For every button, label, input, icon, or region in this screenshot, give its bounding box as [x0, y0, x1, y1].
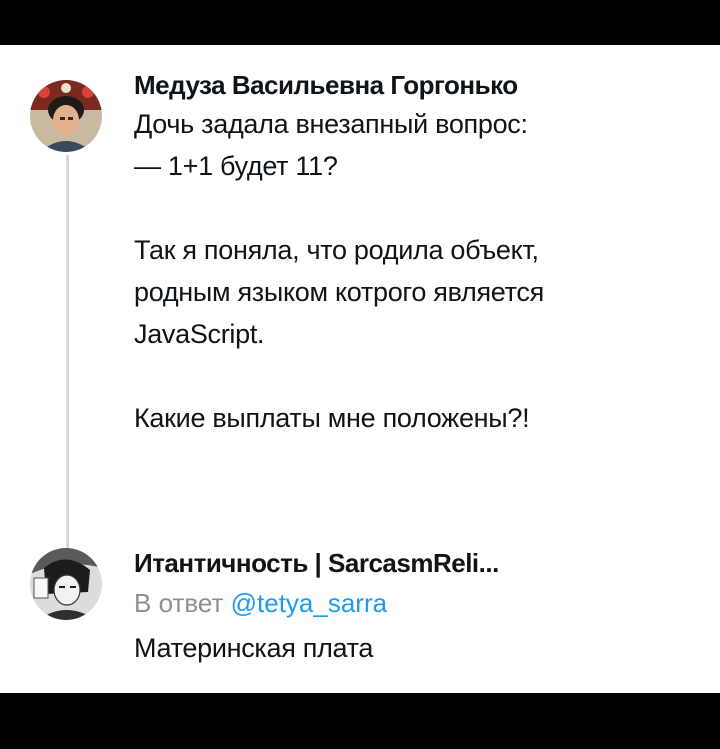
mention-link[interactable]: @tetya_sarra	[231, 588, 387, 618]
avatar[interactable]	[30, 548, 102, 620]
tweet-text-line: Так я поняла, что родила объект,	[134, 235, 539, 265]
tweet[interactable]: Медуза Васильевна Горгонько Дочь задала …	[134, 67, 700, 439]
reply-context: В ответ @tetya_sarra	[134, 583, 700, 623]
tweet-text-line: JavaScript.	[134, 319, 265, 349]
tweet-text-line: — 1+1 будет 11?	[134, 151, 338, 181]
tweet-thread: Медуза Васильевна Горгонько Дочь задала …	[0, 45, 720, 693]
reply-prefix: В ответ	[134, 588, 224, 618]
tweet-text-line: родным языком котрого является	[134, 277, 544, 307]
tweet-text-line: Какие выплаты мне положены?!	[134, 403, 530, 433]
author-name[interactable]: Итантичность | SarcasmReli...	[134, 543, 700, 583]
reply-tweet[interactable]: Итантичность | SarcasmReli... В ответ @t…	[134, 543, 700, 669]
tweet-text-line: Материнская плата	[134, 633, 374, 663]
author-name[interactable]: Медуза Васильевна Горгонько	[134, 67, 700, 103]
avatar[interactable]	[30, 80, 102, 152]
thread-connector-line	[66, 155, 69, 582]
tweet-text-line: Дочь задала внезапный вопрос:	[134, 109, 528, 139]
